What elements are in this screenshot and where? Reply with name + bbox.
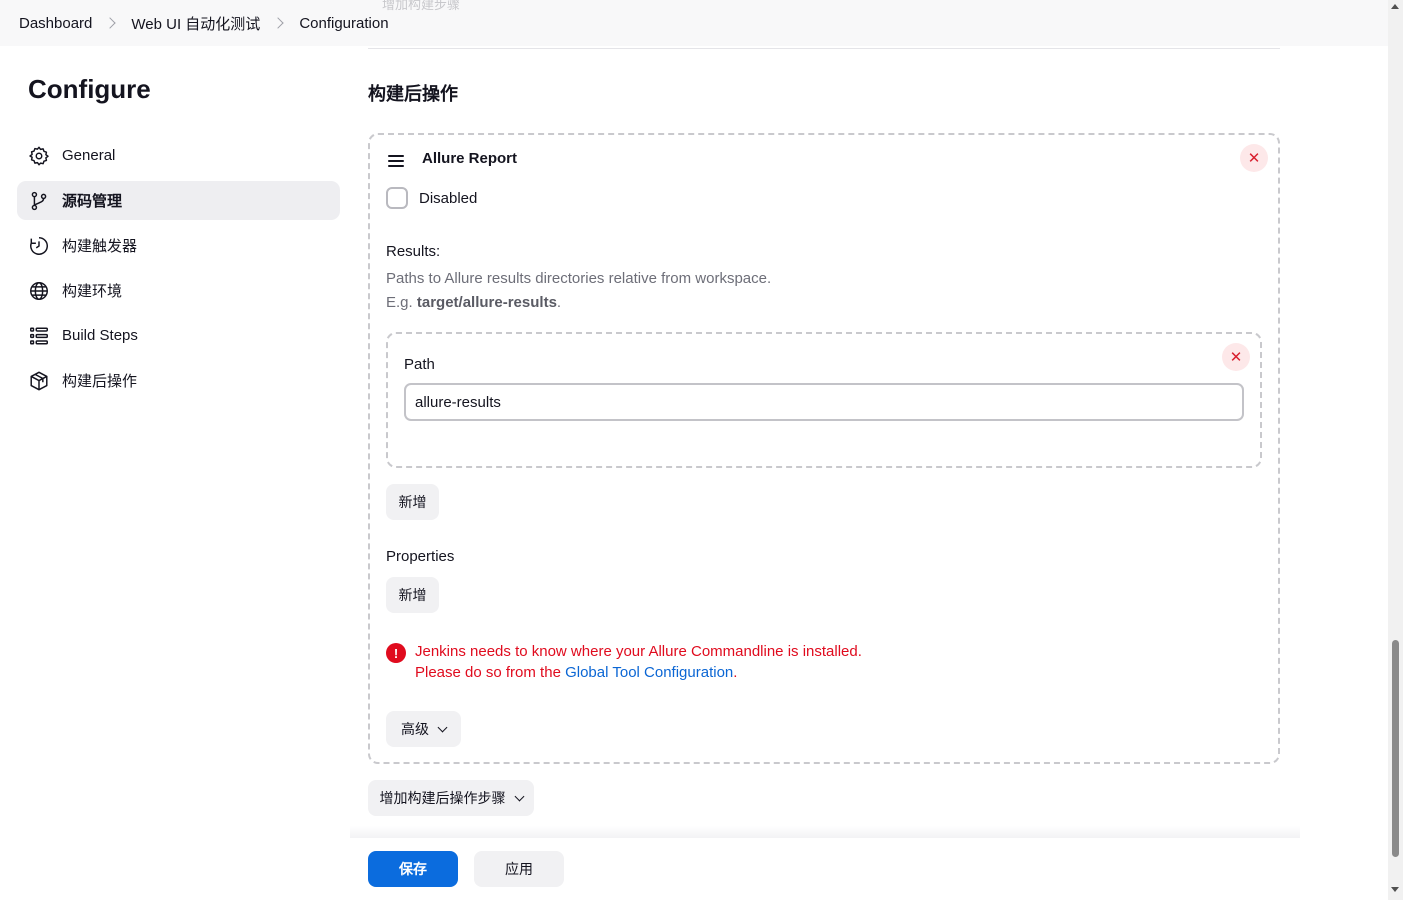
- save-button[interactable]: 保存: [368, 851, 458, 887]
- remove-path-button[interactable]: ✕: [1222, 343, 1250, 371]
- clock-icon: [28, 235, 50, 257]
- sidebar-item-general[interactable]: General: [17, 136, 340, 175]
- sidebar-item-label: Build Steps: [62, 327, 138, 344]
- chevron-right-icon: [104, 17, 117, 29]
- chevron-right-icon: [272, 17, 284, 29]
- section-divider: [368, 48, 1280, 49]
- error-line2-suffix: .: [733, 664, 738, 681]
- scrollbar-thumb[interactable]: [1392, 640, 1399, 857]
- add-property-button[interactable]: 新增: [386, 577, 439, 613]
- sidebar-item-build-steps[interactable]: Build Steps: [17, 316, 340, 355]
- add-post-build-step-button[interactable]: 增加构建后操作步骤: [368, 780, 534, 816]
- properties-label: Properties: [386, 548, 455, 565]
- path-label: Path: [404, 356, 435, 373]
- breadcrumb-dashboard[interactable]: Dashboard: [19, 15, 92, 32]
- apply-button[interactable]: 应用: [474, 851, 564, 887]
- chevron-down-icon: [514, 791, 524, 801]
- allure-report-title: Allure Report: [422, 150, 518, 167]
- sidebar-item-post-build[interactable]: 构建后操作: [17, 361, 340, 400]
- sidebar-item-label: General: [62, 147, 116, 164]
- sidebar-item-triggers[interactable]: 构建触发器: [17, 226, 340, 265]
- advanced-label: 高级: [401, 721, 429, 737]
- results-help-line2: E.g. target/allure-results.: [386, 291, 771, 315]
- results-help: Paths to Allure results directories rela…: [386, 267, 771, 315]
- sidebar-item-label: 构建环境: [62, 283, 123, 300]
- section-title: 构建后操作: [368, 84, 458, 104]
- results-help-prefix: E.g.: [386, 294, 417, 311]
- results-help-suffix: .: [556, 294, 562, 311]
- error-icon: !: [386, 643, 406, 663]
- error-message: ! Jenkins needs to know where your Allur…: [386, 641, 862, 683]
- disabled-label: Disabled: [419, 189, 478, 207]
- disabled-checkbox[interactable]: [386, 187, 408, 209]
- add-post-build-step-label: 增加构建后操作步骤: [379, 790, 506, 806]
- results-help-example: target/allure-results: [416, 294, 557, 311]
- sidebar-item-label: 构建触发器: [62, 238, 138, 255]
- result-path-card: Path ✕: [386, 332, 1262, 468]
- sidebar-nav: General 源码管理 构建触发器 构建环境 Build Steps 构建后操…: [17, 136, 340, 406]
- error-line1: Jenkins needs to know where your Allure …: [415, 643, 862, 660]
- error-line2-prefix: Please do so from the: [415, 664, 566, 681]
- list-icon: [28, 325, 50, 347]
- branch-icon: [28, 190, 50, 212]
- global-tool-config-link[interactable]: Global Tool Configuration: [565, 664, 733, 681]
- breadcrumb-configuration[interactable]: Configuration: [299, 15, 388, 32]
- gear-icon: [28, 145, 50, 167]
- sidebar-item-label: 构建后操作: [62, 373, 138, 390]
- results-label: Results:: [386, 243, 441, 260]
- disabled-row: Disabled: [386, 187, 477, 209]
- allure-report-card: Allure Report ✕ Disabled Results: Paths …: [368, 133, 1280, 764]
- error-line2: Please do so from the Global Tool Config…: [415, 662, 862, 683]
- page-title: Configure: [28, 74, 151, 104]
- remove-step-button[interactable]: ✕: [1240, 144, 1268, 172]
- path-input[interactable]: [404, 383, 1244, 421]
- sidebar-item-label: 源码管理: [62, 193, 123, 210]
- scrolled-add-build-step-label: 增加构建步骤: [382, 0, 461, 12]
- results-help-line1: Paths to Allure results directories rela…: [386, 270, 772, 287]
- footer-shadow: [350, 826, 1300, 838]
- close-icon: ✕: [1247, 150, 1261, 167]
- add-result-path-button[interactable]: 新增: [386, 484, 439, 520]
- package-icon: [28, 370, 50, 392]
- error-text: Jenkins needs to know where your Allure …: [415, 641, 862, 683]
- sidebar-item-environment[interactable]: 构建环境: [17, 271, 340, 310]
- breadcrumb-job[interactable]: Web UI 自动化测试: [131, 13, 260, 34]
- breadcrumb: Dashboard Web UI 自动化测试 Configuration 增加构…: [0, 0, 1388, 46]
- close-icon: ✕: [1229, 349, 1243, 366]
- advanced-button[interactable]: 高级: [386, 711, 461, 747]
- scroll-up-arrow-icon[interactable]: [1391, 4, 1399, 9]
- drag-handle-icon[interactable]: [388, 155, 404, 167]
- sidebar-item-scm[interactable]: 源码管理: [17, 181, 340, 220]
- chevron-down-icon: [437, 722, 448, 732]
- globe-icon: [28, 280, 50, 302]
- scroll-down-arrow-icon[interactable]: [1391, 887, 1399, 892]
